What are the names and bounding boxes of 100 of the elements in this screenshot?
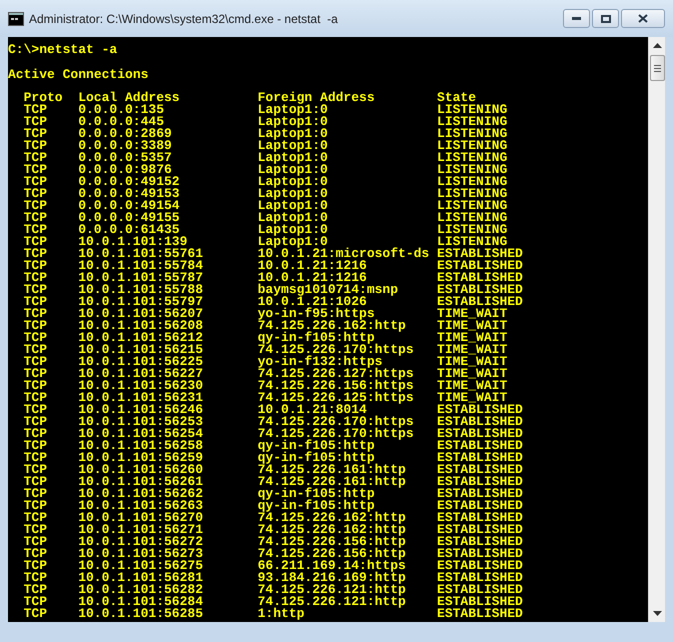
protocol-cell-text: TCP (24, 260, 48, 272)
protocol-cell-text: TCP (24, 188, 48, 200)
local-address-cell-text: 10.0.1.101:56246 (78, 404, 204, 416)
local-address-cell-text: 10.0.1.101:56273 (78, 548, 204, 560)
scrollbar-thumb[interactable] (650, 55, 664, 81)
foreign-address-cell-text: Laptop1:0 (258, 212, 329, 224)
foreign-address-cell-text: baymsg1010714:msnp (258, 284, 400, 296)
local-address-cell-text: 0.0.0.0:49152 (78, 176, 181, 188)
foreign-address-cell-text: Laptop1:0 (258, 236, 328, 248)
maximize-icon (600, 14, 610, 22)
state-cell: ESTABLISHED (437, 440, 523, 452)
column-header: State (437, 92, 476, 104)
state-cell: ESTABLISHED (437, 548, 523, 560)
protocol-cell-text: TCP (24, 272, 48, 284)
state-cell: TIME_WAIT (437, 392, 508, 404)
foreign-address-cell-text: Laptop1:0 (258, 224, 329, 236)
local-address-cell-text: 10.0.1.101:56284 (78, 596, 204, 608)
protocol-cell-text: TCP (24, 200, 48, 212)
protocol-cell-text: TCP (24, 296, 48, 308)
protocol-cell-text: TCP (24, 152, 48, 164)
state-cell: LISTENING (437, 200, 508, 212)
minimize-icon (572, 17, 581, 20)
foreign-address-cell-text: qy-in-f105:http (258, 488, 375, 500)
state-cell: LISTENING (437, 104, 508, 116)
state-cell: LISTENING (437, 188, 508, 200)
foreign-address-cell-text: 10.0.1.21:1216 (258, 272, 367, 284)
section-heading: Active Connections (8, 67, 148, 82)
foreign-address-cell-text: qy-in-f105:http (258, 440, 375, 452)
close-button[interactable] (621, 9, 665, 28)
protocol-cell-text: TCP (24, 572, 48, 584)
local-address-cell-text: 10.0.1.101:56285 (78, 608, 204, 620)
foreign-address-cell-text: Laptop1:0 (258, 104, 329, 116)
local-address-cell-text: 10.0.1.101:56262 (78, 488, 204, 500)
foreign-address-cell-text: 74.125.226.170:https (258, 416, 415, 428)
foreign-address-cell-text: Laptop1:0 (258, 164, 329, 176)
protocol-cell-text: TCP (24, 164, 48, 176)
state-cell: ESTABLISHED (437, 572, 523, 584)
state-cell: LISTENING (437, 236, 508, 248)
protocol-cell-text: TCP (24, 428, 48, 440)
protocol-cell-text: TCP (24, 392, 48, 404)
protocol-cell-text: TCP (24, 608, 48, 620)
local-address-cell-text: 10.0.1.101:56260 (78, 464, 204, 476)
state-cell: LISTENING (437, 176, 508, 188)
minimize-button[interactable] (563, 9, 590, 28)
protocol-cell-text: TCP (24, 476, 48, 488)
protocol-cell-text: TCP (24, 128, 48, 140)
foreign-address-cell-text: 74.125.226.127:https (258, 368, 415, 380)
console-app-icon (8, 12, 24, 26)
local-address-cell-text: 10.0.1.101:56258 (78, 440, 204, 452)
protocol-cell-text: TCP (24, 236, 48, 248)
foreign-address-cell-text: 93.184.216.169:http (258, 572, 407, 584)
protocol-cell-text: TCP (24, 320, 48, 332)
command-prompt: C:\>netstat -a (8, 42, 118, 57)
scrollbar[interactable] (648, 37, 665, 622)
local-address-cell-text: 10.0.1.101:56227 (78, 368, 204, 380)
local-address-cell-text: 0.0.0.0:3389 (78, 140, 173, 152)
state-cell: ESTABLISHED (437, 260, 523, 272)
protocol-cell-text: TCP (24, 344, 48, 356)
foreign-address-cell-text: Laptop1:0 (258, 176, 329, 188)
local-address-cell-text: 10.0.1.101:56263 (78, 500, 204, 512)
foreign-address-cell-text: 74.125.226.162:http (258, 512, 407, 524)
state-cell: LISTENING (437, 152, 508, 164)
state-cell: TIME_WAIT (437, 356, 508, 368)
foreign-address-cell-text: qy-in-f105:http (258, 452, 375, 464)
protocol-cell-text: TCP (24, 356, 48, 368)
scroll-down-icon[interactable] (652, 611, 662, 616)
protocol-cell-text: TCP (24, 332, 48, 344)
local-address-cell-text: 10.0.1.101:56215 (78, 344, 204, 356)
protocol-cell-text: TCP (24, 116, 48, 128)
local-address-cell-text: 0.0.0.0:9876 (78, 164, 172, 176)
foreign-address-cell-text: 74.125.226.156:https (258, 380, 415, 392)
foreign-address-cell-text: 10.0.1.21:1026 (258, 296, 367, 308)
local-address-cell-text: 10.0.1.101:56231 (78, 392, 204, 404)
state-cell: LISTENING (437, 224, 508, 236)
maximize-button[interactable] (592, 9, 619, 28)
local-address-cell-text: 10.0.1.101:56208 (78, 320, 204, 332)
foreign-address-cell-text: 74.125.226.162:http (258, 524, 407, 536)
protocol-cell-text: TCP (24, 212, 48, 224)
protocol-cell-text: TCP (24, 452, 48, 464)
state-cell: ESTABLISHED (437, 416, 523, 428)
state-cell: ESTABLISHED (437, 452, 523, 464)
foreign-address-cell-text: Laptop1:0 (258, 128, 329, 140)
state-cell: ESTABLISHED (437, 608, 523, 620)
foreign-address-cell-text: 74.125.226.161:http (258, 464, 407, 476)
state-cell: ESTABLISHED (437, 284, 523, 296)
state-cell: LISTENING (437, 128, 508, 140)
protocol-cell-text: TCP (24, 440, 48, 452)
protocol-cell-text: TCP (24, 488, 48, 500)
state-cell: ESTABLISHED (437, 488, 523, 500)
foreign-address-cell-text: 74.125.226.170:https (258, 428, 415, 440)
state-cell: ESTABLISHED (437, 536, 523, 548)
state-cell: TIME_WAIT (437, 320, 508, 332)
protocol-cell-text: TCP (24, 176, 48, 188)
state-cell: ESTABLISHED (437, 464, 523, 476)
column-header: Proto (24, 92, 63, 104)
scroll-up-icon[interactable] (652, 43, 662, 48)
local-address-cell-text: 0.0.0.0:135 (78, 104, 166, 116)
foreign-address-cell-text: yo-in-f132:https (258, 356, 382, 368)
foreign-address-cell-text: qy-in-f105:http (258, 500, 375, 512)
close-icon (638, 14, 648, 23)
